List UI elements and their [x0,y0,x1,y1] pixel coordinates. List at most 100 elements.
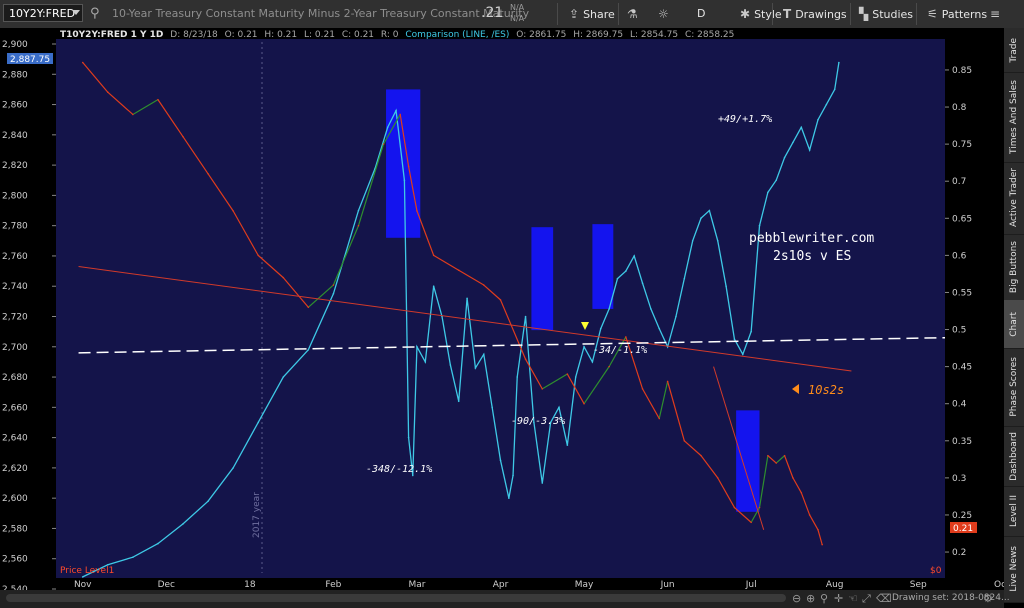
es-point [474,367,477,369]
x-tick-label: Oct [994,580,1004,590]
left-tick-label: 2,580 [2,524,28,534]
hdr-close: C: 0.21 [342,30,374,40]
left-tick-label: 2,900 [2,40,28,50]
tab-chart[interactable]: Chart [1004,300,1024,349]
highlight-box [736,410,760,512]
spread-point [625,336,627,338]
crosshair-icon[interactable]: ✛ [834,592,843,605]
es-point [357,209,360,212]
es-point [675,315,677,318]
es-point [767,191,769,194]
tab-dashboard[interactable]: Dashboard [1004,426,1024,487]
drawings-button[interactable]: T Drawings [783,4,847,24]
es-point [432,285,435,288]
magnifier-icon[interactable]: ⚲ [820,592,828,605]
lightbulb-button[interactable]: ☼ [658,4,673,24]
left-tick-label: 2,620 [2,464,28,474]
right-tick-label: 0.75 [952,140,972,150]
spread-point [407,165,410,168]
tab-times-and-sales[interactable]: Times And Sales [1004,72,1024,163]
tab-big-buttons[interactable]: Big Buttons [1004,234,1024,301]
right-sidebar: Trade Times And Sales Active Trader Big … [1004,28,1024,603]
tab-phase-scores[interactable]: Phase Scores [1004,348,1024,427]
tab-trade[interactable]: Trade [1004,28,1024,73]
right-tick-label: 0.85 [952,66,972,76]
x-tick-label: Aug [826,580,844,590]
spread-point [608,365,610,368]
zoom-in-icon[interactable]: ⊕ [806,592,815,605]
spread-point [81,61,84,64]
study-name: T10Y2Y:FRED 1 Y 1D [60,30,163,40]
hdr-low: L: 0.21 [304,30,335,40]
spread-point [583,402,585,405]
left-tick-label: 2,660 [2,403,28,413]
es-point [633,255,635,257]
left-tick-label: 2,860 [2,101,28,111]
interval-button[interactable]: D [697,4,705,24]
tab-big-buttons-label: Big Buttons [1009,240,1019,294]
left-tick-label: 2,840 [2,131,28,141]
menu-icon: ≡ [990,7,1001,21]
spread-point [524,358,527,361]
left-tick-label: 2,760 [2,252,28,262]
drawings-label: Drawings [795,8,847,21]
flask-icon: ⚗ [627,7,638,21]
text-tool-icon: T [783,7,792,21]
annotation-feb-drop: -348/-12.1% [366,464,432,475]
right-tick-label: 0.55 [952,288,972,298]
annotation-10s2s: 10s2s [808,383,844,397]
horizontal-scrollbar[interactable] [6,594,786,602]
spread-point [382,143,385,145]
style-label: Style [754,8,782,21]
hand-icon[interactable]: ☜ [848,592,858,605]
es-point [758,224,761,227]
chart-area[interactable]: T10Y2Y:FRED 1 Y 1D D: 8/23/18 O: 0.21 H:… [0,28,1004,590]
spread-point [716,477,719,479]
es-point [81,576,84,578]
chevron-down-icon[interactable] [72,10,80,15]
pan-icon[interactable]: ⤢ [862,592,871,606]
es-point [482,353,485,356]
studies-button[interactable]: ▚ Studies [859,4,913,24]
zoom-out-icon[interactable]: ⊖ [792,592,801,605]
right-zero-label: $0 [930,566,942,576]
studies-label: Studies [872,8,914,21]
es-point [416,345,418,348]
tab-level-ii-label: Level II [1009,495,1019,527]
tab-dashboard-label: Dashboard [1009,431,1019,481]
style-button[interactable]: ✱ Style [740,4,782,24]
plot-background [56,39,945,578]
es-point [541,482,544,484]
es-point [800,126,803,129]
hdr-date: D: 8/23/18 [170,30,218,40]
es-point [232,467,234,469]
left-tick-label: 2,700 [2,343,28,353]
left-tick-label: 2,560 [2,555,28,565]
patterns-label: Patterns [941,8,988,21]
share-button[interactable]: ⇪ Share [569,4,615,24]
patterns-button[interactable]: ⚟ Patterns [927,4,987,24]
es-point [395,109,397,112]
right-tick-label: 0.8 [952,103,967,113]
symbol-description: 10-Year Treasury Constant Maturity Minus… [112,7,530,20]
es-point [282,376,285,378]
es-point [725,285,727,288]
eraser-icon[interactable]: ⌫ [876,592,892,605]
spread-point [357,224,360,227]
menu-button[interactable]: ≡ [990,4,1004,24]
link-icon[interactable]: ⚲ [90,6,100,21]
flask-button[interactable]: ⚗ [627,4,642,24]
es-point [625,270,627,272]
bottom-bar: ⊖ ⊕ ⚲ ✛ ☜ ⤢ ⌫ Drawing set: 2018-0824... … [0,590,1010,608]
spread-point [399,113,402,116]
share-icon: ⇪ [569,7,580,21]
patterns-icon: ⚟ [927,7,938,21]
settings-icon[interactable]: ⚙ [983,592,993,605]
spread-point [733,506,736,509]
symbol-input[interactable]: 10Y2Y:FRED [3,4,83,22]
right-tick-label: 0.7 [952,177,966,187]
tab-level-ii[interactable]: Level II [1004,486,1024,537]
tab-active-trader[interactable]: Active Trader [1004,162,1024,235]
es-point [708,209,711,212]
hdr-comp-high: H: 2869.75 [573,30,623,40]
